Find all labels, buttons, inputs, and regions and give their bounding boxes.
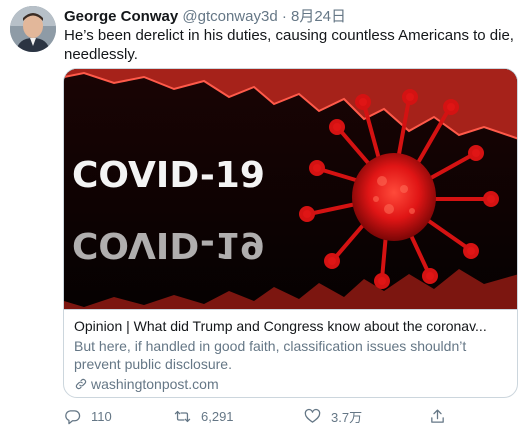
tweet-text: He’s been derelict in his duties, causin… (64, 27, 514, 63)
like-button[interactable]: 3.7万 (304, 406, 362, 426)
link-card[interactable]: COVID-19 COVID-19 Opinion | What did Tru… (63, 68, 518, 398)
reply-count: 110 (91, 408, 112, 424)
author-name[interactable]: George Conway (64, 8, 178, 25)
like-count: 3.7万 (331, 409, 363, 425)
card-domain-text: washingtonpost.com (91, 376, 219, 392)
retweet-icon (174, 410, 191, 422)
card-description: But here, if handled in good faith, clas… (74, 338, 467, 372)
retweet-button[interactable]: 6,291 (174, 406, 234, 426)
avatar-image (10, 6, 56, 52)
card-image: COVID-19 COVID-19 (64, 69, 517, 309)
card-title[interactable]: Opinion | What did Trump and Congress kn… (74, 317, 509, 336)
tweet-header: George Conway @gtconway3d · 8月24日 (64, 8, 346, 26)
reply-icon (65, 409, 81, 424)
tweet-actions: 110 6,291 3.7万 (64, 406, 514, 426)
heart-icon (304, 408, 321, 423)
author-handle[interactable]: @gtconway3d (182, 8, 277, 25)
share-button[interactable] (429, 406, 456, 426)
share-icon (431, 408, 444, 423)
image-reflection-text: COVID-19 (72, 224, 265, 265)
retweet-count: 6,291 (201, 408, 234, 424)
tweet-date[interactable]: 8月24日 (291, 8, 346, 25)
card-domain[interactable]: washingtonpost.com (74, 375, 509, 393)
link-icon (75, 378, 87, 390)
reply-button[interactable]: 110 (64, 406, 112, 426)
avatar[interactable] (10, 6, 56, 52)
image-headline-text: COVID-19 (72, 155, 265, 196)
card-body: Opinion | What did Trump and Congress kn… (64, 309, 517, 397)
separator: · (281, 8, 287, 25)
